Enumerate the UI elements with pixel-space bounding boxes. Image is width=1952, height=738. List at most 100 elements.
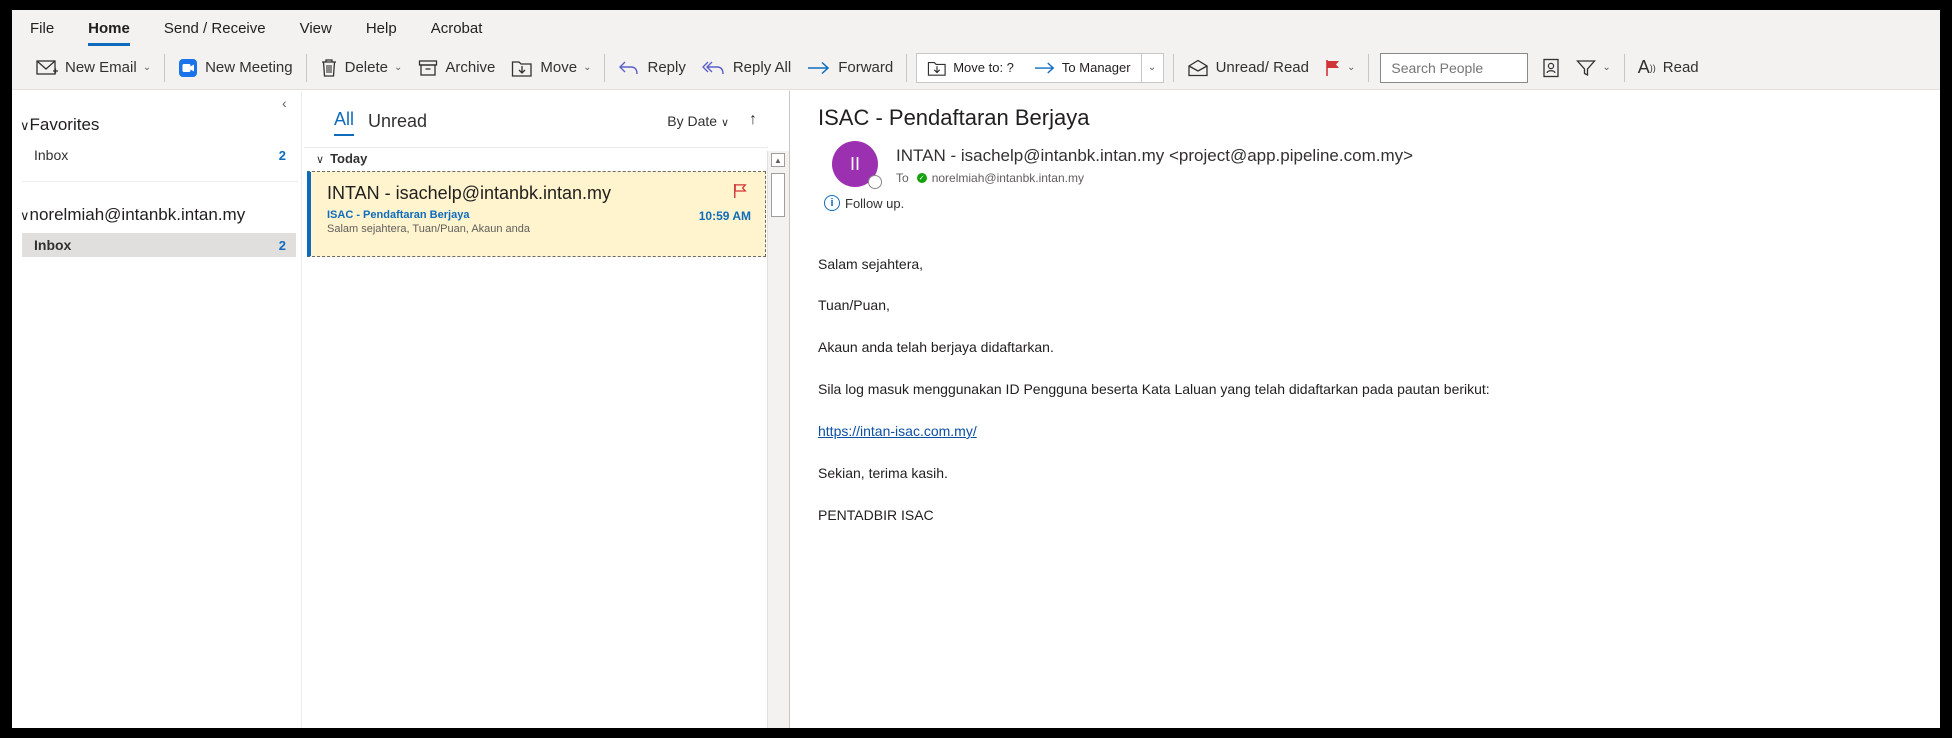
chevron-down-icon: ⌄ bbox=[583, 62, 592, 73]
tab-unread[interactable]: Unread bbox=[368, 111, 427, 136]
chevron-down-icon: ∨ bbox=[316, 154, 325, 166]
delete-button[interactable]: Delete ⌄ bbox=[312, 51, 411, 85]
message-sender: INTAN - isachelp@intanbk.intan.my bbox=[327, 183, 612, 203]
email-recipients: To ✓ norelmiah@intanbk.intan.my bbox=[896, 171, 1084, 185]
check-status-icon: ✓ bbox=[916, 173, 927, 183]
menu-home[interactable]: Home bbox=[88, 20, 130, 46]
message-subject: ISAC - Pendaftaran Berjaya bbox=[327, 209, 470, 221]
menu-send-receive[interactable]: Send / Receive bbox=[164, 20, 266, 46]
group-header-today[interactable]: ∨ Today bbox=[316, 151, 367, 166]
menu-view[interactable]: View bbox=[300, 20, 332, 46]
unread-count-badge: 2 bbox=[278, 237, 286, 253]
account-header[interactable]: ∨norelmiah@intanbk.intan.my bbox=[20, 205, 245, 225]
registration-link[interactable]: https://intan-isac.com.my/ bbox=[818, 423, 977, 439]
sort-by-dropdown[interactable]: By Date ∨ bbox=[667, 113, 729, 129]
sort-direction-arrow-icon[interactable]: ↑ bbox=[749, 111, 757, 129]
presence-status-icon bbox=[868, 175, 882, 189]
menu-acrobat[interactable]: Acrobat bbox=[431, 20, 483, 46]
ribbon-divider bbox=[1368, 53, 1370, 82]
forward-arrow-icon bbox=[1034, 61, 1056, 75]
filter-email-button[interactable]: ⌄ bbox=[1568, 51, 1618, 85]
read-aloud-button[interactable]: A)) Read bbox=[1630, 51, 1707, 85]
body-paragraph: Salam sejahtera, bbox=[818, 256, 924, 272]
reply-button[interactable]: Reply bbox=[610, 51, 693, 85]
ribbon-divider bbox=[1172, 53, 1174, 82]
email-sender[interactable]: INTAN - isachelp@intanbk.intan.my <proje… bbox=[896, 146, 1413, 166]
chevron-down-icon: ∨ bbox=[20, 118, 30, 133]
list-filter-tabs: All Unread bbox=[334, 109, 441, 136]
flag-icon[interactable] bbox=[733, 183, 747, 204]
favorites-header[interactable]: ∨Favorites bbox=[20, 115, 99, 135]
body-paragraph: Tuan/Puan, bbox=[818, 297, 890, 313]
forward-button[interactable]: Forward bbox=[799, 51, 901, 85]
filter-funnel-icon bbox=[1576, 59, 1597, 77]
chevron-down-icon: ⌄ bbox=[1602, 62, 1611, 73]
quickstep-move-to[interactable]: Move to: ? bbox=[917, 54, 1024, 82]
teams-meeting-icon bbox=[178, 58, 198, 78]
message-list-pane: All Unread By Date ∨ ↑ ∨ Today INTAN - is… bbox=[304, 91, 790, 728]
ribbon-divider bbox=[164, 53, 166, 82]
message-time: 10:59 AM bbox=[698, 209, 751, 223]
reply-icon bbox=[618, 59, 640, 77]
follow-up-infobar: i Follow up. bbox=[824, 195, 904, 211]
chevron-down-icon: ⌄ bbox=[1346, 62, 1356, 73]
chevron-down-icon: ⌄ bbox=[393, 62, 403, 73]
ribbon-divider bbox=[906, 53, 908, 82]
search-people-input[interactable] bbox=[1380, 52, 1529, 83]
new-email-button[interactable]: New Email ⌄ bbox=[28, 51, 159, 85]
scrollbar-thumb[interactable] bbox=[771, 173, 785, 217]
unread-count-badge: 2 bbox=[278, 147, 286, 163]
unread-read-button[interactable]: Unread/ Read bbox=[1179, 51, 1317, 85]
archive-icon bbox=[418, 59, 438, 77]
tab-all[interactable]: All bbox=[334, 109, 355, 136]
reply-all-button[interactable]: Reply All bbox=[694, 51, 799, 85]
main-panes: ‹ ∨Favorites Inbox 2 ∨norelmiah@intanbk.… bbox=[12, 91, 1940, 728]
list-header-divider bbox=[304, 147, 768, 148]
archive-button[interactable]: Archive bbox=[410, 51, 503, 85]
flag-button[interactable]: ⌄ bbox=[1317, 51, 1363, 85]
ribbon-toolbar: New Email ⌄ New Meeting Delete ⌄ Archive bbox=[12, 46, 1940, 90]
collapse-pane-icon[interactable]: ‹ bbox=[282, 95, 287, 111]
chevron-down-icon: ⌄ bbox=[142, 62, 152, 73]
forward-arrow-icon bbox=[807, 61, 831, 75]
move-folder-icon bbox=[511, 58, 533, 78]
body-paragraph: Sila log masuk menggunakan ID Pengguna b… bbox=[818, 381, 1490, 397]
list-item[interactable]: INTAN - isachelp@intanbk.intan.my ISAC -… bbox=[307, 171, 766, 257]
ribbon-divider bbox=[1623, 53, 1625, 82]
scroll-up-icon[interactable]: ▲ bbox=[771, 153, 785, 167]
menu-help[interactable]: Help bbox=[366, 20, 397, 46]
quickstep-to-manager[interactable]: To Manager bbox=[1024, 54, 1141, 82]
move-folder-icon bbox=[927, 59, 947, 77]
recipient-address[interactable]: norelmiah@intanbk.intan.my bbox=[932, 171, 1084, 185]
message-preview: Salam sejahtera, Tuan/Puan, Akaun anda bbox=[327, 223, 531, 235]
address-book-icon bbox=[1542, 58, 1560, 78]
body-paragraph: Akaun anda telah berjaya didaftarkan. bbox=[818, 339, 1054, 355]
new-email-icon bbox=[36, 59, 58, 77]
trash-icon bbox=[320, 58, 338, 78]
chevron-down-icon: ∨ bbox=[720, 117, 729, 129]
chevron-down-icon: ∨ bbox=[20, 208, 30, 223]
read-aloud-icon: A)) bbox=[1637, 57, 1656, 77]
folder-divider bbox=[22, 181, 298, 182]
menu-file[interactable]: File bbox=[30, 20, 54, 46]
address-book-button[interactable] bbox=[1534, 51, 1568, 85]
account-inbox[interactable]: Inbox 2 bbox=[22, 233, 296, 257]
move-button[interactable]: Move ⌄ bbox=[503, 51, 599, 85]
ribbon-divider bbox=[305, 53, 307, 82]
chevron-down-icon: ⌄ bbox=[1147, 62, 1157, 73]
quick-steps-gallery: Move to: ? To Manager ⌄ bbox=[916, 52, 1164, 83]
list-scrollbar[interactable] bbox=[767, 151, 789, 728]
flag-icon bbox=[1325, 59, 1341, 77]
body-paragraph: Sekian, terima kasih. bbox=[818, 465, 948, 481]
ribbon-divider bbox=[604, 53, 606, 82]
quick-steps-more-button[interactable]: ⌄ bbox=[1140, 53, 1163, 82]
favorites-inbox[interactable]: Inbox 2 bbox=[22, 143, 296, 167]
body-signature: PENTADBIR ISAC bbox=[818, 507, 934, 523]
info-icon: i bbox=[824, 195, 840, 211]
reply-all-icon bbox=[701, 59, 726, 77]
outlook-window: File Home Send / Receive View Help Acrob… bbox=[12, 10, 1940, 728]
folder-pane: ‹ ∨Favorites Inbox 2 ∨norelmiah@intanbk.… bbox=[12, 91, 302, 728]
email-subject: ISAC - Pendaftaran Berjaya bbox=[818, 105, 1090, 130]
open-envelope-icon bbox=[1187, 59, 1209, 77]
new-meeting-button[interactable]: New Meeting bbox=[170, 51, 301, 85]
